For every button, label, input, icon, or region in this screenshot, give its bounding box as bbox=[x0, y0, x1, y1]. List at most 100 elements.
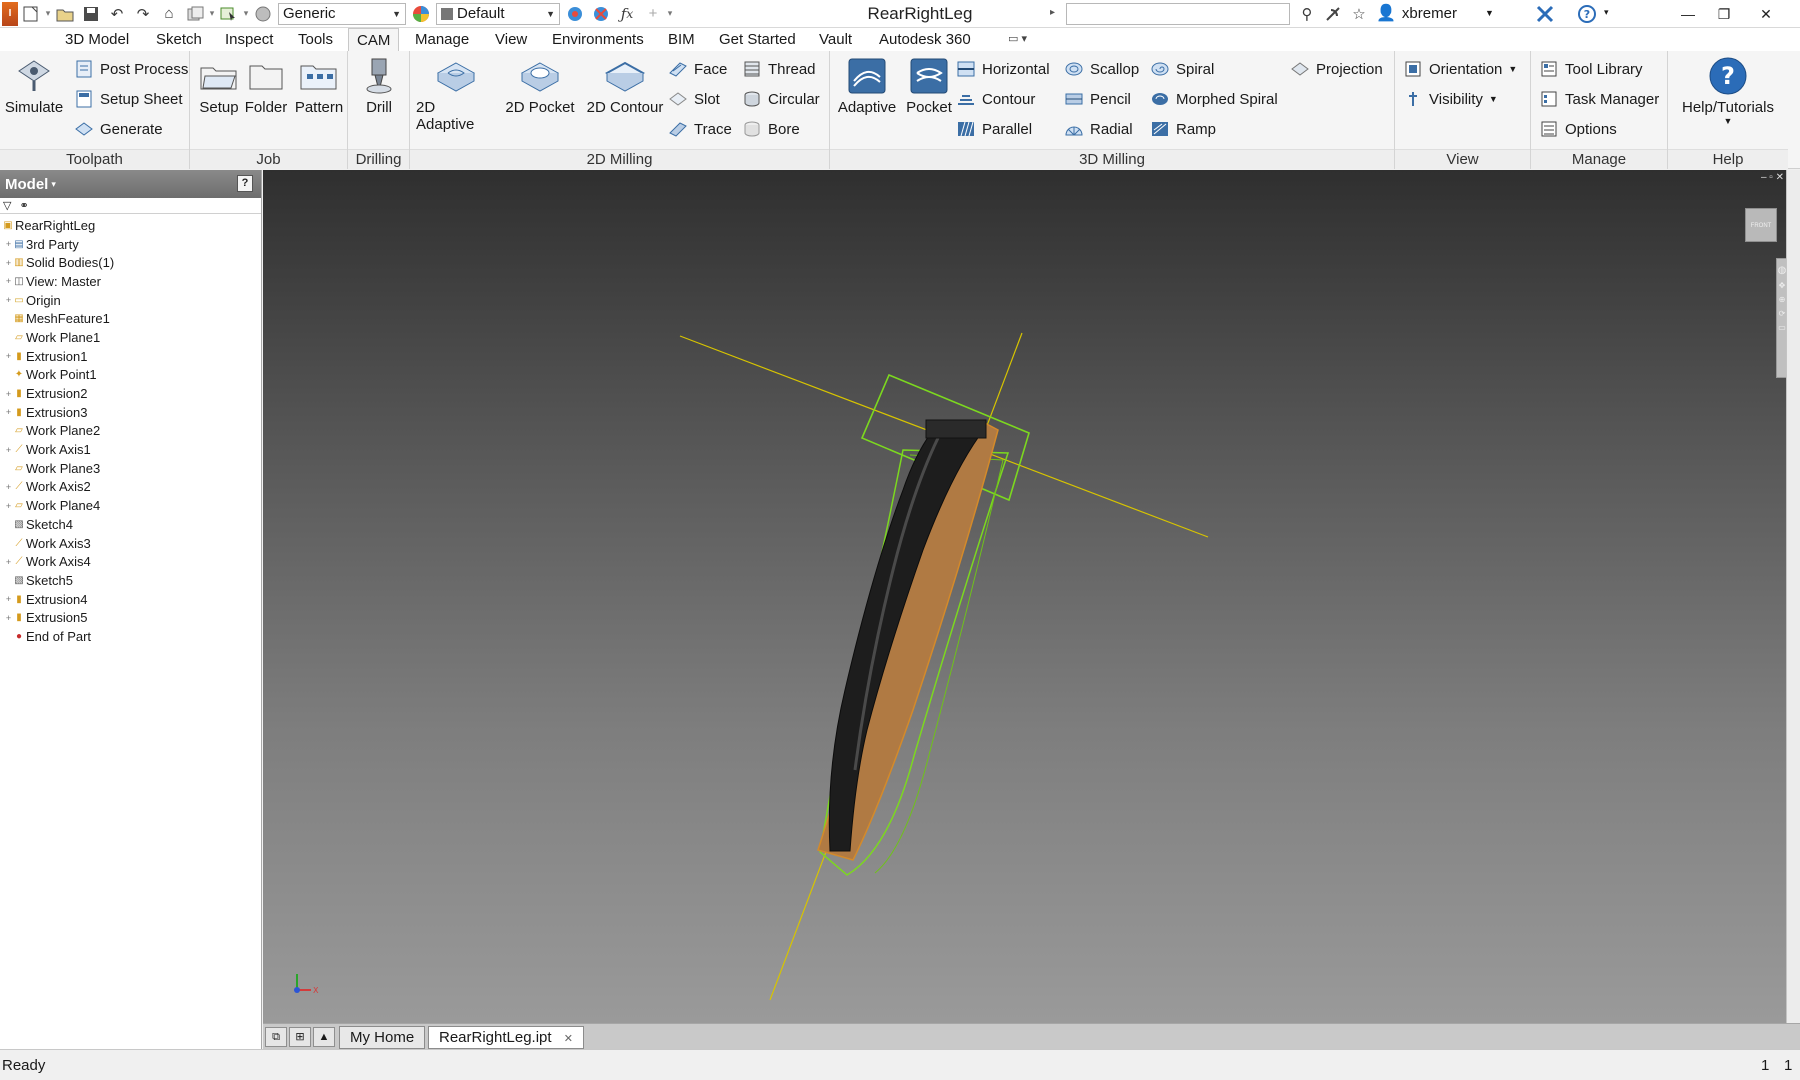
setup-button[interactable]: Setup bbox=[196, 57, 242, 116]
expand-icon[interactable]: + bbox=[4, 557, 13, 567]
trace-button[interactable]: Trace bbox=[668, 117, 732, 141]
task-manager-button[interactable]: Task Manager bbox=[1539, 87, 1659, 111]
morphed-spiral-button[interactable]: Morphed Spiral bbox=[1150, 87, 1278, 111]
drill-button[interactable]: Drill bbox=[356, 57, 402, 116]
projection-button[interactable]: Projection bbox=[1290, 57, 1383, 81]
communication-center-icon[interactable] bbox=[1320, 2, 1346, 26]
pan-icon[interactable]: ✥ bbox=[1777, 281, 1786, 295]
navigation-bar[interactable]: ◍ ✥ ⊕ ⟳ ▭ bbox=[1776, 258, 1786, 378]
spiral-button[interactable]: Spiral bbox=[1150, 57, 1214, 81]
parameters-icon[interactable]: ƒx bbox=[614, 2, 640, 26]
3d-scene[interactable]: X bbox=[263, 170, 1786, 1023]
radial-button[interactable]: Radial bbox=[1064, 117, 1133, 141]
find-binoculars-icon[interactable]: ⚭ bbox=[19, 199, 28, 212]
filter-icon[interactable]: ▽ bbox=[3, 199, 11, 212]
setup-sheet-button[interactable]: Setup Sheet bbox=[74, 87, 183, 111]
new-file-icon[interactable] bbox=[18, 2, 44, 26]
viewcube[interactable]: FRONT bbox=[1745, 208, 1777, 242]
appearance-icon[interactable] bbox=[408, 2, 434, 26]
tree-item[interactable]: + ▱ Work Plane4 bbox=[0, 496, 261, 515]
folder-button[interactable]: Folder bbox=[242, 57, 290, 116]
browser-help-icon[interactable]: ? bbox=[237, 175, 253, 192]
tree-item[interactable]: ⟋ Work Axis3 bbox=[0, 534, 261, 553]
save-icon[interactable] bbox=[78, 2, 104, 26]
tile-windows-icon[interactable]: ⊞ bbox=[289, 1027, 311, 1047]
restore-icon[interactable]: ❐ bbox=[1706, 0, 1742, 28]
appearance-select[interactable]: Default ▼ bbox=[436, 2, 560, 25]
tree-item[interactable]: + ▮ Extrusion1 bbox=[0, 347, 261, 366]
circular-button[interactable]: Circular bbox=[742, 87, 820, 111]
simulate-button[interactable]: Simulate bbox=[4, 57, 64, 116]
expand-icon[interactable]: + bbox=[4, 594, 13, 604]
look-at-icon[interactable]: ▭ bbox=[1777, 323, 1786, 337]
bore-button[interactable]: Bore bbox=[742, 117, 800, 141]
new-dropdown-icon[interactable]: ▾ bbox=[44, 8, 52, 19]
tree-item[interactable]: ▧ Sketch4 bbox=[0, 515, 261, 534]
tree-item[interactable]: ✦ Work Point1 bbox=[0, 366, 261, 385]
expand-icon[interactable]: + bbox=[4, 258, 13, 268]
tab-document-active[interactable]: RearRightLeg.ipt ✕ bbox=[428, 1026, 584, 1049]
tab-get-started[interactable]: Get Started bbox=[719, 28, 796, 51]
tree-item[interactable]: + ▮ Extrusion4 bbox=[0, 590, 261, 609]
tree-item[interactable]: + ⟋ Work Axis2 bbox=[0, 478, 261, 497]
exchange-apps-icon[interactable] bbox=[1532, 2, 1558, 26]
help-dropdown-icon[interactable]: ▾ bbox=[1604, 7, 1609, 18]
zoom-icon[interactable]: ⊕ bbox=[1777, 295, 1786, 309]
tree-item[interactable]: + ▤ 3rd Party bbox=[0, 235, 261, 254]
measure-icon[interactable]: + bbox=[640, 2, 666, 26]
2d-pocket-button[interactable]: 2D Pocket bbox=[502, 57, 578, 116]
home-icon[interactable]: ⌂ bbox=[156, 2, 182, 26]
open-file-icon[interactable] bbox=[52, 2, 78, 26]
contour-button[interactable]: Contour bbox=[956, 87, 1035, 111]
search-input[interactable] bbox=[1066, 3, 1290, 25]
help-icon[interactable]: ? bbox=[1574, 2, 1600, 26]
select-icon[interactable] bbox=[216, 2, 242, 26]
leg-top-block[interactable] bbox=[925, 419, 987, 439]
document-list-up-icon[interactable]: ▲ bbox=[313, 1027, 335, 1047]
horizontal-button[interactable]: Horizontal bbox=[956, 57, 1050, 81]
tab-vault[interactable]: Vault bbox=[819, 28, 852, 51]
tree-item[interactable]: + ⟋ Work Axis4 bbox=[0, 552, 261, 571]
tab-sketch[interactable]: Sketch bbox=[156, 28, 202, 51]
tree-item[interactable]: + ⟋ Work Axis1 bbox=[0, 440, 261, 459]
tree-item[interactable]: ● End of Part bbox=[0, 627, 261, 646]
visibility-button[interactable]: Visibility ▼ bbox=[1403, 87, 1498, 111]
help-tutorials-button[interactable]: ? Help/Tutorials ▼ bbox=[1678, 57, 1778, 126]
post-process-button[interactable]: Post Process bbox=[74, 57, 188, 81]
parallel-button[interactable]: Parallel bbox=[956, 117, 1032, 141]
2d-adaptive-button[interactable]: 2D Adaptive bbox=[416, 57, 496, 133]
tab-inspect[interactable]: Inspect bbox=[225, 28, 273, 51]
adaptive-button[interactable]: Adaptive bbox=[834, 57, 900, 116]
expand-icon[interactable]: + bbox=[4, 501, 13, 511]
expand-icon[interactable]: + bbox=[4, 239, 13, 249]
binoculars-icon[interactable]: ⚲ bbox=[1294, 2, 1320, 26]
2d-contour-button[interactable]: 2D Contour bbox=[582, 57, 668, 116]
minimize-icon[interactable]: — bbox=[1670, 0, 1706, 28]
tab-bim[interactable]: BIM bbox=[668, 28, 695, 51]
scallop-button[interactable]: Scallop bbox=[1064, 57, 1139, 81]
tab-manage[interactable]: Manage bbox=[415, 28, 469, 51]
tab-3d-model[interactable]: 3D Model bbox=[65, 28, 129, 51]
slot-button[interactable]: Slot bbox=[668, 87, 720, 111]
cascade-windows-icon[interactable]: ⧉ bbox=[265, 1027, 287, 1047]
pocket-button[interactable]: Pocket bbox=[900, 57, 958, 116]
steering-wheel-icon[interactable]: ◍ bbox=[1777, 265, 1786, 281]
expand-icon[interactable]: + bbox=[4, 351, 13, 361]
viewport-window-controls[interactable]: – ▫ ✕ bbox=[1761, 172, 1784, 183]
update-dropdown-icon[interactable]: ▾ bbox=[208, 8, 216, 19]
adjust-appearance-icon[interactable] bbox=[562, 2, 588, 26]
tree-item[interactable]: + ▭ Origin bbox=[0, 291, 261, 310]
update-icon[interactable] bbox=[182, 2, 208, 26]
favorites-star-icon[interactable]: ☆ bbox=[1346, 2, 1372, 26]
clear-appearance-icon[interactable] bbox=[588, 2, 614, 26]
tab-autodesk-360[interactable]: Autodesk 360 bbox=[879, 28, 971, 51]
expand-icon[interactable]: + bbox=[4, 613, 13, 623]
generate-button[interactable]: Generate bbox=[74, 117, 163, 141]
options-button[interactable]: Options bbox=[1539, 117, 1617, 141]
tree-item[interactable]: ▧ Sketch5 bbox=[0, 571, 261, 590]
tab-cam[interactable]: CAM bbox=[348, 28, 400, 51]
orientation-button[interactable]: Orientation ▼ bbox=[1403, 57, 1517, 81]
app-menu-icon[interactable]: I bbox=[2, 1, 18, 26]
graphics-viewport[interactable]: X FRONT ◍ ✥ ⊕ ⟳ ▭ – ▫ ✕ bbox=[263, 170, 1786, 1023]
tree-item[interactable]: ▱ Work Plane3 bbox=[0, 459, 261, 478]
